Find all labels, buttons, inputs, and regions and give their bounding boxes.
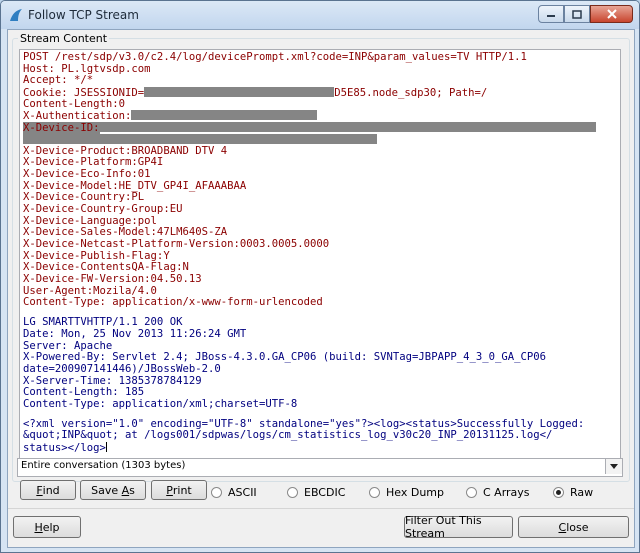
- print-button[interactable]: Print: [151, 480, 207, 500]
- close-button[interactable]: Close: [518, 516, 629, 538]
- radio-circle-checked: [553, 487, 564, 498]
- radio-circle: [211, 487, 222, 498]
- window-title: Follow TCP Stream: [28, 8, 139, 22]
- request-line: Host: PL.lgtvsdp.com: [23, 62, 151, 75]
- dropdown-arrow-icon[interactable]: [605, 459, 622, 474]
- radio-c-arrays[interactable]: C Arrays: [466, 486, 530, 499]
- radio-ebcdic[interactable]: EBCDIC: [287, 486, 345, 499]
- radio-label: Hex Dump: [386, 486, 444, 499]
- request-line: X-Device-FW-Version:04.50.13: [23, 273, 202, 286]
- help-button[interactable]: Help: [13, 516, 81, 538]
- request-line: POST /rest/sdp/v3.0/c2.4/log/devicePromp…: [23, 51, 527, 63]
- conversation-select-value: Entire conversation (1303 bytes): [21, 460, 186, 471]
- radio-selected-dot: [556, 490, 561, 495]
- save-as-button[interactable]: Save As: [80, 480, 146, 500]
- radio-circle: [369, 487, 380, 498]
- print-mnemonic: P: [166, 483, 173, 497]
- response-line: Date: Mon, 25 Nov 2013 11:26:24 GMT: [23, 327, 247, 340]
- redacted-block: [23, 133, 377, 144]
- x-auth-label: X-Authentication:: [23, 110, 132, 123]
- close-label: lose: [566, 520, 589, 534]
- response-line: date=200907141446)/JBossWeb-2.0: [23, 362, 221, 375]
- response-xml-last-line: status></log>: [23, 442, 620, 454]
- radio-circle: [287, 487, 298, 498]
- filter-out-label: Filter Out This Stream: [405, 514, 482, 540]
- x-auth-line: X-Authentication:: [23, 110, 620, 122]
- follow-tcp-stream-window: Follow TCP Stream Stream Content POST /r…: [0, 0, 640, 553]
- find-button[interactable]: Find: [20, 480, 76, 500]
- save-as-label-rest: s: [129, 483, 135, 497]
- stream-content-label: Stream Content: [18, 32, 110, 45]
- caption-buttons: [538, 5, 633, 23]
- redacted-block: [131, 110, 318, 121]
- help-label: elp: [42, 520, 60, 534]
- radio-label: C Arrays: [483, 486, 530, 499]
- close-window-button[interactable]: [590, 5, 633, 23]
- help-mnemonic: H: [34, 520, 43, 534]
- conversation-select[interactable]: Entire conversation (1303 bytes): [17, 458, 623, 477]
- x-device-id-line: X-Device-ID:: [23, 122, 620, 135]
- response-xml-text: status></log>: [23, 442, 106, 454]
- x-device-id-label: X-Device-ID:: [23, 122, 100, 135]
- divider: [8, 508, 634, 509]
- wireshark-fin-icon: [10, 9, 22, 21]
- radio-label: Raw: [570, 486, 594, 499]
- cookie-suffix: D5E85.node_sdp30; Path=/: [334, 87, 488, 100]
- request-line: X-Device-Netcast-Platform-Version:0003.0…: [23, 238, 330, 250]
- close-mnemonic: C: [558, 520, 567, 534]
- save-as-label-pre: Save: [91, 483, 122, 497]
- cookie-line: Cookie: JSESSIONID= D5E85.node_sdp30; Pat…: [23, 87, 620, 99]
- maximize-icon: [572, 9, 582, 19]
- radio-label: ASCII: [228, 486, 257, 499]
- maximize-button[interactable]: [564, 5, 590, 23]
- title-bar[interactable]: Follow TCP Stream: [1, 1, 639, 29]
- close-icon: [606, 9, 617, 19]
- request-line: Accept: */*: [23, 74, 94, 87]
- minimize-icon: [547, 15, 555, 17]
- radio-circle: [466, 487, 477, 498]
- request-line: X-Device-Eco-Info:01: [23, 167, 151, 180]
- request-line: Content-Length:0: [23, 97, 126, 110]
- redacted-line: [23, 133, 620, 146]
- stream-content-group: Stream Content POST /rest/sdp/v3.0/c2.4/…: [12, 32, 630, 482]
- dialog-client-area: Stream Content POST /rest/sdp/v3.0/c2.4/…: [7, 29, 635, 548]
- text-caret: [105, 442, 107, 452]
- radio-raw[interactable]: Raw: [553, 486, 593, 499]
- minimize-button[interactable]: [538, 5, 564, 23]
- response-xml-line: &quot;INP&quot; at /logs001/sdpwas/logs/…: [23, 429, 553, 442]
- redacted-block: [144, 87, 335, 98]
- radio-hex-dump[interactable]: Hex Dump: [369, 486, 444, 499]
- redacted-block: [99, 122, 596, 133]
- stream-text-area[interactable]: POST /rest/sdp/v3.0/c2.4/log/devicePromp…: [19, 49, 621, 469]
- radio-ascii[interactable]: ASCII: [211, 486, 257, 499]
- request-line: X-Device-Country-Group:EU: [23, 202, 183, 215]
- print-label: rint: [172, 483, 192, 497]
- filter-out-stream-button[interactable]: Filter Out This Stream: [404, 514, 513, 540]
- find-label: ind: [42, 483, 60, 497]
- request-line: Content-Type: application/x-www-form-url…: [23, 296, 323, 309]
- response-line: Content-Type: application/xml;charset=UT…: [23, 397, 298, 410]
- radio-label: EBCDIC: [304, 486, 346, 499]
- save-as-mnemonic: A: [121, 483, 130, 497]
